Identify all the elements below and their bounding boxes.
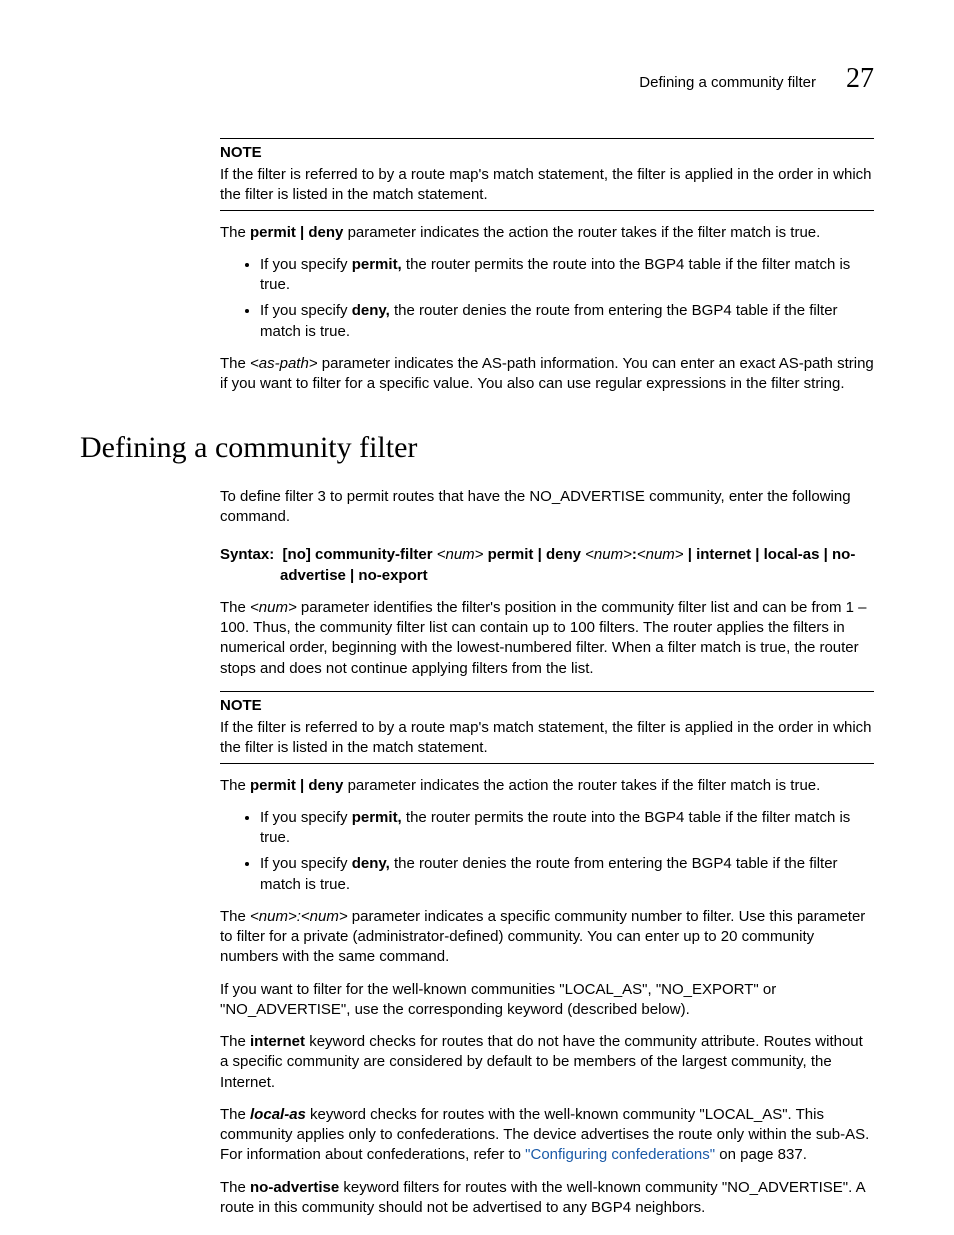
permit-deny-list-1: If you specify permit, the router permit… <box>220 255 874 342</box>
text: The <box>220 224 250 241</box>
configuring-confederations-link[interactable]: "Configuring confederations" <box>525 1146 715 1163</box>
note-text-1: If the filter is referred to by a route … <box>220 165 874 206</box>
no-advertise-paragraph: The no-advertise keyword filters for rou… <box>220 1178 874 1219</box>
list-item: If you specify deny, the router denies t… <box>260 854 874 895</box>
content: NOTE If the filter is referred to by a r… <box>220 138 874 395</box>
text: parameter indicates the AS-path informat… <box>220 355 874 392</box>
permit-keyword: permit, <box>352 256 402 273</box>
permit-deny-intro-2: The permit | deny parameter indicates th… <box>220 776 874 796</box>
text: keyword checks for routes that do not ha… <box>220 1033 863 1091</box>
note-rule-bottom-1 <box>220 210 874 211</box>
permit-deny-intro-1: The permit | deny parameter indicates th… <box>220 223 874 243</box>
permit-deny-list-2: If you specify permit, the router permit… <box>220 808 874 895</box>
text: The <box>220 1106 250 1123</box>
text: parameter indicates the action the route… <box>343 224 820 241</box>
list-item: If you specify permit, the router permit… <box>260 808 874 849</box>
note-text-2: If the filter is referred to by a route … <box>220 718 874 759</box>
text: parameter identifies the filter's positi… <box>220 599 867 677</box>
text: parameter indicates the action the route… <box>343 777 820 794</box>
note-rule-bottom-2 <box>220 763 874 764</box>
text: The <box>220 1179 250 1196</box>
section-title: Defining a community filter <box>80 428 874 469</box>
text: The <box>220 355 250 372</box>
section-content: To define filter 3 to permit routes that… <box>220 487 874 1218</box>
note-label-1: NOTE <box>220 143 874 163</box>
list-item: If you specify deny, the router denies t… <box>260 301 874 342</box>
chapter-number: 27 <box>846 60 874 98</box>
internet-keyword: internet <box>250 1033 305 1050</box>
page: Defining a community filter 27 NOTE If t… <box>0 0 954 1235</box>
syntax-num1: <num> <box>437 546 484 563</box>
numnum-param: <num>:<num> <box>250 908 348 925</box>
permit-deny-keyword: permit | deny <box>250 777 343 794</box>
note-rule-top-2 <box>220 691 874 692</box>
syntax-cmd: community-filter <box>311 546 437 563</box>
no-advertise-keyword: no-advertise <box>250 1179 339 1196</box>
permit-deny-keyword: permit | deny <box>250 224 343 241</box>
text: If you specify <box>260 256 352 273</box>
local-as-keyword: local-as <box>250 1106 306 1123</box>
syntax-num3: <num> <box>637 546 684 563</box>
num-param: <num> <box>250 599 297 616</box>
syntax-num2: <num> <box>585 546 632 563</box>
wellknown-paragraph: If you want to filter for the well-known… <box>220 980 874 1021</box>
list-item: If you specify permit, the router permit… <box>260 255 874 296</box>
deny-keyword: deny, <box>352 855 390 872</box>
note-rule-top-1 <box>220 138 874 139</box>
text: The <box>220 777 250 794</box>
deny-keyword: deny, <box>352 302 390 319</box>
numnum-paragraph: The <num>:<num> parameter indicates a sp… <box>220 907 874 968</box>
syntax-line: Syntax: [no] community-filter <num> perm… <box>220 545 874 586</box>
as-path-paragraph: The <as-path> parameter indicates the AS… <box>220 354 874 395</box>
running-title: Defining a community filter <box>639 73 816 93</box>
text: If you specify <box>260 302 352 319</box>
internet-paragraph: The internet keyword checks for routes t… <box>220 1032 874 1093</box>
text: The <box>220 1033 250 1050</box>
text: If you specify <box>260 809 352 826</box>
num-paragraph: The <num> parameter identifies the filte… <box>220 598 874 679</box>
text: The <box>220 908 250 925</box>
intro-paragraph: To define filter 3 to permit routes that… <box>220 487 874 528</box>
syntax-permit-deny: permit | deny <box>483 546 585 563</box>
syntax-label: Syntax: <box>220 546 274 563</box>
syntax-no: [no] <box>283 546 311 563</box>
local-as-paragraph: The local-as keyword checks for routes w… <box>220 1105 874 1166</box>
syntax-block: Syntax: [no] community-filter <num> perm… <box>220 545 874 586</box>
text: on page 837. <box>715 1146 807 1163</box>
as-path-param: <as-path> <box>250 355 318 372</box>
running-header: Defining a community filter 27 <box>80 60 874 98</box>
note-label-2: NOTE <box>220 696 874 716</box>
text: If you specify <box>260 855 352 872</box>
text: The <box>220 599 250 616</box>
permit-keyword: permit, <box>352 809 402 826</box>
